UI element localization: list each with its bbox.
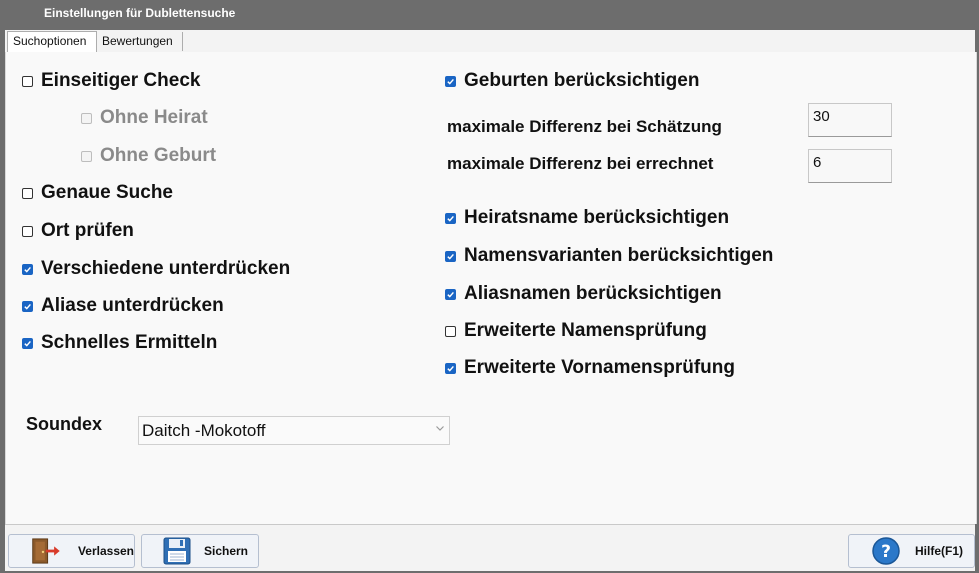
option-label: Ort prüfen: [41, 220, 134, 241]
search-options-panel: Einseitiger Check Ohne Heirat Ohne Gebur…: [5, 52, 977, 524]
checkbox-heiratsname[interactable]: [445, 212, 456, 224]
option-einseitiger-check[interactable]: Einseitiger Check: [22, 70, 200, 92]
save-button[interactable]: Sichern: [141, 534, 259, 568]
tab-strip: Suchoptionen Bewertungen: [5, 30, 975, 53]
option-label: Einseitiger Check: [41, 70, 201, 91]
option-label: Ohne Heirat: [100, 107, 208, 128]
max-diff-calculated-label: maximale Differenz bei errechnet: [447, 154, 714, 173]
chevron-down-icon: [436, 426, 444, 431]
option-ort-pruefen[interactable]: Ort prüfen: [22, 220, 134, 242]
checkbox-aliase-unterdruecken[interactable]: [22, 300, 33, 312]
option-schnelles-ermitteln[interactable]: Schnelles Ermitteln: [22, 332, 217, 354]
window-title: Einstellungen für Dublettensuche: [44, 6, 236, 20]
option-namensvarianten[interactable]: Namensvarianten berücksichtigen: [445, 245, 773, 267]
max-diff-estimate-label: maximale Differenz bei Schätzung: [447, 117, 722, 136]
tab-bewertungen[interactable]: Bewertungen: [97, 32, 183, 51]
option-geburten-beruecksichtigen[interactable]: Geburten berücksichtigen: [445, 70, 699, 92]
soundex-select[interactable]: Daitch -Mokotoff: [138, 416, 450, 445]
option-heiratsname[interactable]: Heiratsname berücksichtigen: [445, 207, 729, 229]
checkbox-einseitiger-check[interactable]: [22, 75, 33, 87]
checkbox-schnelles-ermitteln[interactable]: [22, 337, 33, 349]
option-label: Erweiterte Vornamensprüfung: [464, 357, 735, 378]
checkbox-erweiterte-vornamenspruefung[interactable]: [445, 362, 456, 374]
checkbox-genaue-suche[interactable]: [22, 187, 33, 199]
save-button-label: Sichern: [204, 544, 249, 558]
option-label: Verschiedene unterdrücken: [41, 258, 291, 279]
option-genaue-suche[interactable]: Genaue Suche: [22, 182, 173, 204]
help-button[interactable]: ? Hilfe(F1): [848, 534, 975, 568]
soundex-label: Soundex: [26, 414, 103, 434]
bottom-toolbar: Verlassen Sichern ? Hilfe(F1): [5, 524, 975, 571]
option-erweiterte-vornamenspruefung[interactable]: Erweiterte Vornamensprüfung: [445, 357, 735, 379]
checkbox-aliasnamen[interactable]: [445, 288, 456, 300]
checkbox-ohne-geburt[interactable]: [81, 150, 92, 162]
option-label: Genaue Suche: [41, 182, 173, 203]
title-bar: Einstellungen für Dublettensuche: [0, 0, 979, 30]
option-label: Namensvarianten berücksichtigen: [464, 245, 774, 266]
max-diff-calculated-field[interactable]: 6: [808, 149, 892, 183]
checkbox-ohne-heirat[interactable]: [81, 112, 92, 124]
option-aliasnamen[interactable]: Aliasnamen berücksichtigen: [445, 283, 722, 305]
floppy-disk-icon: [163, 537, 191, 565]
exit-door-icon: [32, 538, 60, 564]
option-label: Aliasnamen berücksichtigen: [464, 283, 722, 304]
max-diff-estimate-field[interactable]: 30: [808, 103, 892, 137]
option-verschiedene-unterdruecken[interactable]: Verschiedene unterdrücken: [22, 258, 290, 280]
option-ohne-heirat[interactable]: Ohne Heirat: [81, 107, 208, 129]
checkbox-namensvarianten[interactable]: [445, 250, 456, 262]
option-label: Ohne Geburt: [100, 145, 217, 166]
checkbox-verschiedene-unterdruecken[interactable]: [22, 263, 33, 275]
option-label: Aliase unterdrücken: [41, 295, 224, 316]
leave-button[interactable]: Verlassen: [8, 534, 135, 568]
option-aliase-unterdruecken[interactable]: Aliase unterdrücken: [22, 295, 224, 317]
checkbox-ort-pruefen[interactable]: [22, 225, 33, 237]
svg-text:?: ?: [881, 542, 891, 562]
help-question-icon: ?: [872, 537, 900, 565]
checkbox-geburten-beruecksichtigen[interactable]: [445, 75, 456, 87]
tab-suchoptionen[interactable]: Suchoptionen: [7, 31, 97, 52]
option-erweiterte-namenspruefung[interactable]: Erweiterte Namensprüfung: [445, 320, 707, 342]
option-label: Geburten berücksichtigen: [464, 70, 700, 91]
option-label: Heiratsname berücksichtigen: [464, 207, 730, 228]
help-button-label: Hilfe(F1): [915, 544, 963, 558]
soundex-selected-value: Daitch -Mokotoff: [142, 421, 266, 440]
checkbox-erweiterte-namenspruefung[interactable]: [445, 325, 456, 337]
leave-button-label: Verlassen: [77, 544, 134, 558]
option-label: Schnelles Ermitteln: [41, 332, 218, 353]
option-ohne-geburt[interactable]: Ohne Geburt: [81, 145, 216, 167]
option-label: Erweiterte Namensprüfung: [464, 320, 707, 341]
